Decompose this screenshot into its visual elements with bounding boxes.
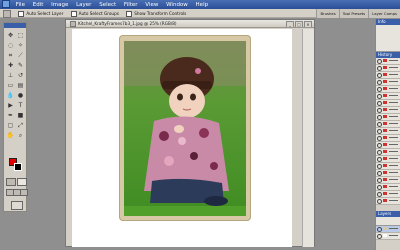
menu-help[interactable]: Help xyxy=(196,2,209,8)
minimize-button[interactable]: _ xyxy=(286,21,294,27)
document-icon xyxy=(70,21,76,27)
list-item[interactable] xyxy=(376,149,400,156)
eyedropper-tool-icon[interactable]: ⤢ xyxy=(16,121,25,130)
workspace-tabs: Brushes Tool Presets Layer Comps xyxy=(316,9,400,18)
auto-select-layer-checkbox[interactable] xyxy=(18,11,25,17)
document-title: Kitchel_KraftyFrames7b3_1.jpg @ 25% (RGB… xyxy=(78,21,177,26)
list-item[interactable] xyxy=(376,93,400,100)
menu-select[interactable]: Select xyxy=(99,2,116,8)
child-photo xyxy=(124,41,246,216)
menu-image[interactable]: Image xyxy=(51,2,68,8)
path-selection-tool-icon[interactable]: ▶ xyxy=(6,101,15,110)
menu-file[interactable]: File xyxy=(16,2,25,8)
brush-tool-icon[interactable]: ✎ xyxy=(16,61,25,70)
list-item[interactable] xyxy=(376,142,400,149)
list-item[interactable] xyxy=(376,163,400,170)
maximize-button[interactable]: □ xyxy=(295,21,303,27)
options-bar: Auto Select Layer Auto Select Groups Sho… xyxy=(0,9,400,18)
vertical-scrollbar[interactable] xyxy=(302,29,314,247)
lasso-tool-icon[interactable]: ◌ xyxy=(6,41,15,50)
list-item[interactable] xyxy=(376,170,400,177)
background-color-swatch[interactable] xyxy=(14,163,22,171)
tab-brushes[interactable]: Brushes xyxy=(316,9,339,18)
menu-layer[interactable]: Layer xyxy=(76,2,91,8)
list-item[interactable] xyxy=(376,107,400,114)
healing-brush-tool-icon[interactable]: ✚ xyxy=(6,61,15,70)
tab-tool-presets[interactable]: Tool Presets xyxy=(338,9,369,18)
clone-stamp-tool-icon[interactable]: ⊥ xyxy=(6,71,15,80)
move-tool-icon[interactable]: ✥ xyxy=(6,31,15,40)
menu-edit[interactable]: Edit xyxy=(33,2,44,8)
list-item[interactable] xyxy=(376,79,400,86)
list-item[interactable] xyxy=(376,114,400,121)
show-transform-controls-label: Show Transform Controls xyxy=(134,11,187,16)
move-tool-icon[interactable] xyxy=(3,10,11,18)
crop-tool-icon[interactable]: ⌗ xyxy=(6,51,15,60)
photoshop-logo-icon xyxy=(2,0,10,8)
toolbox: ✥ ⬚ ◌ ✧ ⌗ ⟋ ✚ ✎ ⊥ ↺ ▭ ▤ 💧 ● ▶ T ✒ ■ ▢ ⤢ … xyxy=(3,22,28,212)
layer-row[interactable] xyxy=(376,233,400,240)
gradient-tool-icon[interactable]: ▤ xyxy=(16,81,25,90)
notes-tool-icon[interactable]: ▢ xyxy=(6,121,15,130)
blur-tool-icon[interactable]: 💧 xyxy=(6,91,15,100)
list-item[interactable] xyxy=(376,128,400,135)
close-button[interactable]: × xyxy=(304,21,312,27)
quick-mask-mode-icon[interactable] xyxy=(17,178,27,186)
hand-tool-icon[interactable]: ✋ xyxy=(6,131,15,140)
list-item[interactable] xyxy=(376,177,400,184)
shape-tool-icon[interactable]: ■ xyxy=(16,111,25,120)
magic-wand-tool-icon[interactable]: ✧ xyxy=(16,41,25,50)
list-item[interactable] xyxy=(376,184,400,191)
screen-mode-full-icon[interactable] xyxy=(20,189,28,196)
list-item[interactable] xyxy=(376,191,400,198)
list-item[interactable] xyxy=(376,86,400,93)
child-photo-image xyxy=(124,41,246,216)
list-item[interactable] xyxy=(376,135,400,142)
list-item[interactable] xyxy=(376,156,400,163)
list-item[interactable] xyxy=(376,65,400,72)
type-tool-icon[interactable]: T xyxy=(16,101,25,110)
show-transform-controls-checkbox[interactable] xyxy=(126,11,133,17)
slice-tool-icon[interactable]: ⟋ xyxy=(16,51,25,60)
menu-view[interactable]: View xyxy=(145,2,158,8)
toolbox-header[interactable] xyxy=(4,23,26,28)
zoom-tool-icon[interactable]: ⌕ xyxy=(16,131,25,140)
pen-tool-icon[interactable]: ✒ xyxy=(6,111,15,120)
info-panel xyxy=(376,25,400,52)
layers-blend-mode[interactable] xyxy=(376,217,400,226)
layer-row[interactable] xyxy=(376,226,400,233)
history-brush-tool-icon[interactable]: ↺ xyxy=(16,71,25,80)
auto-select-groups-checkbox[interactable] xyxy=(70,11,77,17)
list-item[interactable] xyxy=(376,198,400,205)
menu-window[interactable]: Window xyxy=(166,2,188,8)
menu-filter[interactable]: Filter xyxy=(124,2,138,8)
marquee-tool-icon[interactable]: ⬚ xyxy=(16,31,25,40)
list-item[interactable] xyxy=(376,72,400,79)
dodge-tool-icon[interactable]: ● xyxy=(16,91,25,100)
list-item[interactable] xyxy=(376,58,400,65)
tab-layer-comps[interactable]: Layer Comps xyxy=(368,9,400,18)
list-item[interactable] xyxy=(376,121,400,128)
eraser-tool-icon[interactable]: ▭ xyxy=(6,81,15,90)
jump-to-imageready-icon[interactable] xyxy=(11,201,23,210)
standard-mode-icon[interactable] xyxy=(6,178,16,186)
document-title-bar[interactable]: Kitchel_KraftyFrames7b3_1.jpg @ 25% (RGB… xyxy=(66,20,314,28)
list-item[interactable] xyxy=(376,100,400,107)
menu-bar: File Edit Image Layer Select Filter View… xyxy=(0,0,400,9)
history-list xyxy=(376,58,400,205)
auto-select-groups-label: Auto Select Groups xyxy=(78,11,119,16)
auto-select-layer-label: Auto Select Layer xyxy=(26,11,64,16)
right-panel-column: Info History Layers xyxy=(375,19,400,250)
